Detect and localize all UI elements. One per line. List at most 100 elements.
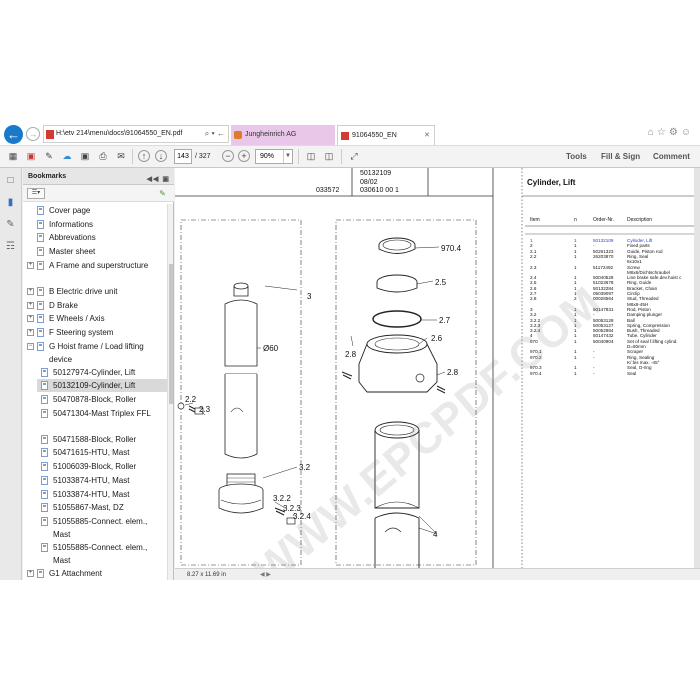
callout-3: 3 [307,292,312,301]
star-icon[interactable]: ☆ [657,127,669,138]
bookmark-item[interactable]: 51033874-HTU, Mast [37,488,168,501]
status-scroll-icon: ◀ ▶ [260,572,271,578]
callout-3-2-2: 3.2.2 [273,494,291,503]
bookmark-item[interactable]: 51055867-Mast, DZ [37,501,168,514]
bookmark-item[interactable]: 51055885-Connect. elem., Mast [37,541,168,567]
parts-cell-order: 51172492 [593,264,614,270]
scroll-thumb[interactable] [169,264,173,404]
parts-cell-order: - [593,354,595,360]
bookmark-label: 50470878-Block, Roller [53,395,137,404]
bookmark-item[interactable]: + E Wheels / Axis [23,312,168,325]
smiley-icon[interactable]: ☺ [681,127,694,138]
bookmark-item[interactable]: Master sheet [23,245,168,258]
zoom-select[interactable]: 90% ▼ [255,149,293,164]
tab-label: Jungheinrich AG [245,131,297,138]
expand-icon[interactable]: + [27,315,34,323]
bookmark-item[interactable]: Cover page [23,204,168,217]
pdf-page[interactable]: 50132109 08/02 033572 030610 00 1 Cylind… [175,168,694,568]
bookmark-page-icon [37,300,44,310]
bookmark-item[interactable]: 50132109-Cylinder, Lift [37,379,168,393]
url-actions[interactable]: ⌕ ▾ ← [205,126,225,142]
attachment-icon[interactable]: ✎ [4,218,17,231]
expand-icon[interactable]: + [27,328,34,336]
bookmark-item[interactable]: Informations [23,218,168,231]
tab-label: 91064550_EN [352,132,397,139]
bookmark-item[interactable]: 51006039-Block, Roller [37,460,168,473]
bookmark-page-icon [37,260,44,270]
print-icon[interactable]: ⎙ [96,150,110,163]
left-code: 033572 [316,187,340,194]
fit-width-icon[interactable]: ◫ [322,150,336,163]
chevron-down-icon: ▼ [283,150,292,163]
callout-2-6: 2.6 [431,334,443,343]
expand-icon[interactable]: + [27,261,34,269]
bookmark-item[interactable]: + G1 Attachment [23,567,168,580]
bookmarks-scrollbar[interactable] [167,204,173,580]
bookmark-item[interactable]: + A Frame and superstructure [23,259,168,285]
email-icon[interactable]: ✉ [114,150,128,163]
collapse-icon[interactable]: − [27,342,34,350]
bookmark-item[interactable]: 50471588-Block, Roller [37,433,168,446]
bookmark-icon[interactable]: ▮ [4,196,17,209]
bookmark-page-icon [37,314,44,324]
bookmark-page-icon [41,503,48,513]
back-arrow-icon[interactable]: ← [4,125,23,144]
full-screen-icon[interactable]: ⤢ [347,150,361,163]
bookmark-item[interactable]: 50471304-Mast Triplex FFL [37,407,168,433]
bookmark-item[interactable]: 51033874-HTU, Mast [37,474,168,487]
bookmark-label: Informations [49,219,94,229]
pages-icon[interactable]: □ [4,174,17,187]
bookmark-page-icon [41,489,48,499]
tools-link[interactable]: Tools [566,150,587,164]
gear-icon[interactable]: ⚙ [669,127,681,138]
zoom-out-icon[interactable]: − [222,150,234,162]
browser-right-icons: ⌂☆⚙☺ [648,127,694,138]
url-input[interactable]: H:\etv 214\menu\docs\91064550_EN.pdf ⌕ ▾… [43,125,229,143]
parts-cell-desc: Seal [627,370,637,376]
bookmark-label: A Frame and superstructure [49,260,149,270]
bookmark-item[interactable]: 50470878-Block, Roller [37,393,168,406]
forward-arrow-icon[interactable]: → [26,127,40,141]
save-pdf-icon[interactable]: ▦ [6,150,20,163]
tab-pdf[interactable]: 91064550_EN ✕ [337,125,435,145]
bookmark-item[interactable]: + D Brake [23,299,168,312]
fit-page-icon[interactable]: ◫ [304,150,318,163]
bookmark-item[interactable]: + B Electric drive unit [23,285,168,298]
layers-icon[interactable]: ☶ [4,240,17,253]
prev-page-icon[interactable]: ↑ [138,150,150,162]
expand-icon[interactable]: + [27,569,34,577]
home-icon[interactable]: ⌂ [648,127,657,138]
zoom-in-icon[interactable]: + [238,150,250,162]
comment-link[interactable]: Comment [653,150,690,164]
expand-icon[interactable]: + [27,287,34,295]
options-menu-icon[interactable]: ☰▾ [27,188,45,199]
next-page-icon[interactable]: ↓ [155,150,167,162]
page-number-input[interactable]: 143 [174,149,192,164]
save-icon[interactable]: ▣ [78,150,92,163]
expand-icon[interactable]: + [27,301,34,309]
bookmark-page-icon [41,462,48,472]
document-scrollbar[interactable] [694,168,700,568]
callout-diameter-60: Ø60 [263,344,279,353]
bookmark-label: 51055885-Connect. elem., Mast [53,516,148,539]
bookmark-item[interactable]: 51055885-Connect. elem., Mast [37,515,168,541]
close-tab-icon[interactable]: ✕ [424,126,430,145]
bookmark-item[interactable]: 50127974-Cylinder, Lift [37,366,168,379]
part-number: 50132109 [360,170,392,177]
bookmark-item[interactable]: − G Hoist frame / Load lifting device [23,340,168,366]
cloud-upload-icon[interactable]: ☁ [60,150,74,163]
bookmark-item[interactable]: + F Steering system [23,326,168,339]
bookmarks-title: Bookmarks [28,173,67,180]
callout-2-8-right: 2.8 [447,368,459,377]
create-pdf-icon[interactable]: ▣ [24,150,38,163]
callout-2-5: 2.5 [435,278,447,287]
edit-icon[interactable]: ✎ [42,150,56,163]
callout-970-4: 970.4 [441,244,462,253]
bookmark-item[interactable]: 50471615-HTU, Mast [37,446,168,459]
fill-sign-link[interactable]: Fill & Sign [601,150,640,164]
bookmark-label: 50127974-Cylinder, Lift [53,367,136,377]
parts-cell-order: - [593,370,595,376]
bookmark-item[interactable]: Abbrevations [23,231,168,244]
new-bookmark-icon[interactable]: ✎ [157,188,168,199]
tab-jungheinrich[interactable]: Jungheinrich AG [231,125,335,145]
